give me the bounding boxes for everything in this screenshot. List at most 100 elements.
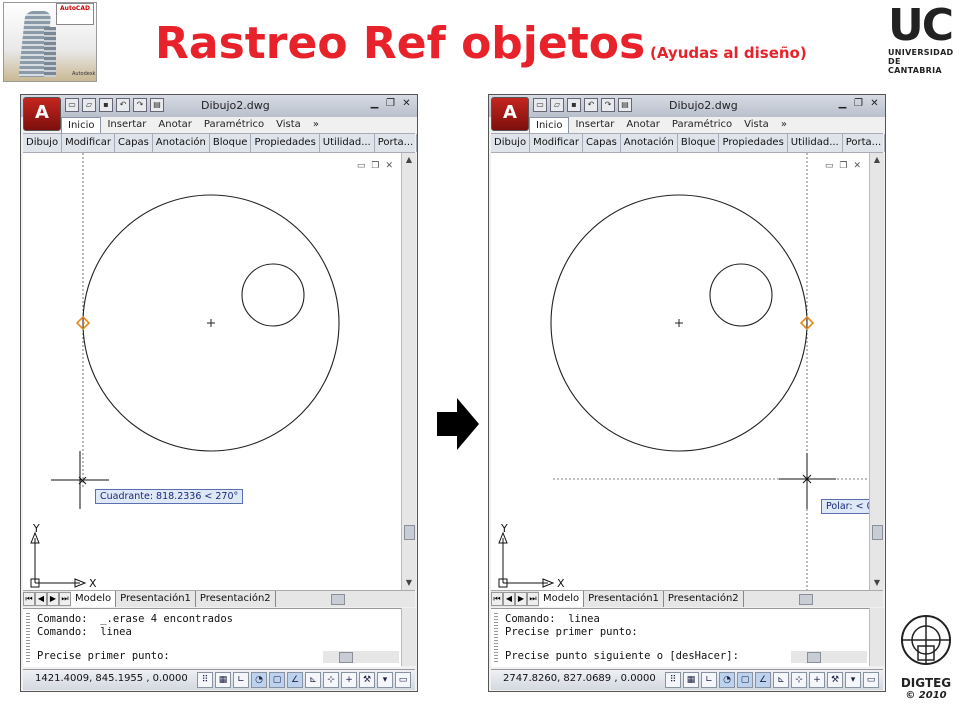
scroll-down-icon[interactable]: ▼	[404, 578, 414, 588]
tab-parametrico[interactable]: Paramétrico	[666, 117, 738, 133]
first-tab-icon[interactable]: ⏮	[491, 592, 503, 606]
more-tabs-icon[interactable]: »	[775, 117, 793, 133]
command-line-grip[interactable]	[26, 613, 30, 663]
new-file-icon[interactable]: ▭	[65, 98, 79, 112]
command-line[interactable]: Comando: _.erase 4 encontrados Comando: …	[23, 608, 401, 667]
quick-properties-icon[interactable]: ⚒	[359, 672, 375, 688]
tab-insertar[interactable]: Insertar	[101, 117, 152, 133]
minimize-icon[interactable]: ▁	[836, 98, 849, 111]
restore-icon[interactable]: ❐	[852, 98, 865, 111]
command-scrollbar[interactable]	[869, 608, 884, 666]
status-menu-icon[interactable]: ▾	[377, 672, 393, 688]
last-tab-icon[interactable]: ⏭	[59, 592, 71, 606]
dynamic-ucs-icon[interactable]: ⊾	[305, 672, 321, 688]
more-tabs-icon[interactable]: »	[307, 117, 325, 133]
open-file-icon[interactable]: ▱	[82, 98, 96, 112]
panel-capas[interactable]: Capas	[115, 134, 153, 152]
prev-tab-icon[interactable]: ◀	[503, 592, 515, 606]
tab-presentacion1[interactable]: Presentación1	[584, 591, 664, 607]
command-scrollbar[interactable]	[401, 608, 416, 666]
lineweight-icon[interactable]: +	[341, 672, 357, 688]
tab-inicio[interactable]: Inicio	[529, 117, 570, 134]
close-icon[interactable]: ✕	[868, 98, 881, 111]
next-tab-icon[interactable]: ▶	[47, 592, 59, 606]
undo-icon[interactable]: ↶	[116, 98, 130, 112]
panel-anotacion[interactable]: Anotación	[153, 134, 210, 152]
tab-parametrico[interactable]: Paramétrico	[198, 117, 270, 133]
open-file-icon[interactable]: ▱	[550, 98, 564, 112]
tab-insertar[interactable]: Insertar	[569, 117, 620, 133]
snap-mode-icon[interactable]: ⠿	[665, 672, 681, 688]
new-file-icon[interactable]: ▭	[533, 98, 547, 112]
panel-modificar[interactable]: Modificar	[530, 134, 583, 152]
ortho-mode-icon[interactable]: ∟	[233, 672, 249, 688]
panel-dibujo[interactable]: Dibujo	[23, 134, 63, 152]
horizontal-scroll-thumb[interactable]	[331, 594, 345, 605]
tab-anotar[interactable]: Anotar	[152, 117, 197, 133]
panel-bloque[interactable]: Bloque	[210, 134, 252, 152]
vertical-scrollbar[interactable]: ▲ ▼	[401, 153, 416, 590]
tab-modelo[interactable]: Modelo	[539, 591, 585, 607]
vertical-scrollbar[interactable]: ▲ ▼	[869, 153, 884, 590]
last-tab-icon[interactable]: ⏭	[527, 592, 539, 606]
tab-vista[interactable]: Vista	[738, 117, 775, 133]
command-hscroll[interactable]	[791, 651, 867, 663]
undo-icon[interactable]: ↶	[584, 98, 598, 112]
panel-portapapeles[interactable]: Porta...	[375, 134, 418, 152]
polar-tracking-icon[interactable]: ◔	[251, 672, 267, 688]
quick-properties-icon[interactable]: ⚒	[827, 672, 843, 688]
command-line-grip[interactable]	[494, 613, 498, 663]
tab-inicio[interactable]: Inicio	[61, 117, 102, 134]
object-snap-tracking-icon[interactable]: ∠	[287, 672, 303, 688]
panel-propiedades[interactable]: Propiedades	[719, 134, 788, 152]
scroll-up-icon[interactable]: ▲	[404, 155, 414, 165]
command-prompt[interactable]: Precise primer punto:	[37, 650, 170, 662]
plot-icon[interactable]: ▤	[150, 98, 164, 112]
panel-dibujo[interactable]: Dibujo	[491, 134, 531, 152]
application-menu-button[interactable]: A	[491, 97, 529, 131]
grid-display-icon[interactable]: ▦	[683, 672, 699, 688]
scroll-up-icon[interactable]: ▲	[872, 155, 882, 165]
scroll-thumb[interactable]	[872, 525, 883, 540]
polar-tracking-icon[interactable]: ◔	[719, 672, 735, 688]
clean-screen-icon[interactable]: ▭	[863, 672, 879, 688]
scroll-thumb[interactable]	[404, 525, 415, 540]
panel-portapapeles[interactable]: Porta...	[843, 134, 886, 152]
object-snap-tracking-icon[interactable]: ∠	[755, 672, 771, 688]
status-menu-icon[interactable]: ▾	[845, 672, 861, 688]
grid-display-icon[interactable]: ▦	[215, 672, 231, 688]
lineweight-icon[interactable]: +	[809, 672, 825, 688]
ortho-mode-icon[interactable]: ∟	[701, 672, 717, 688]
redo-icon[interactable]: ↷	[133, 98, 147, 112]
clean-screen-icon[interactable]: ▭	[395, 672, 411, 688]
first-tab-icon[interactable]: ⏮	[23, 592, 35, 606]
minimize-icon[interactable]: ▁	[368, 98, 381, 111]
tab-presentacion2[interactable]: Presentación2	[196, 591, 276, 607]
horizontal-scroll-thumb[interactable]	[799, 594, 813, 605]
tab-modelo[interactable]: Modelo	[71, 591, 117, 607]
dynamic-ucs-icon[interactable]: ⊾	[773, 672, 789, 688]
close-icon[interactable]: ✕	[400, 98, 413, 111]
scroll-down-icon[interactable]: ▼	[872, 578, 882, 588]
panel-bloque[interactable]: Bloque	[678, 134, 720, 152]
tab-presentacion1[interactable]: Presentación1	[116, 591, 196, 607]
prev-tab-icon[interactable]: ◀	[35, 592, 47, 606]
panel-utilidades[interactable]: Utilidad...	[788, 134, 843, 152]
next-tab-icon[interactable]: ▶	[515, 592, 527, 606]
dynamic-input-icon[interactable]: ⊹	[791, 672, 807, 688]
tab-vista[interactable]: Vista	[270, 117, 307, 133]
tab-presentacion2[interactable]: Presentación2	[664, 591, 744, 607]
panel-anotacion[interactable]: Anotación	[621, 134, 678, 152]
snap-mode-icon[interactable]: ⠿	[197, 672, 213, 688]
command-prompt[interactable]: Precise punto siguiente o [desHacer]:	[505, 650, 739, 662]
panel-capas[interactable]: Capas	[583, 134, 621, 152]
dynamic-input-icon[interactable]: ⊹	[323, 672, 339, 688]
save-icon[interactable]: ▪	[567, 98, 581, 112]
panel-utilidades[interactable]: Utilidad...	[320, 134, 375, 152]
save-icon[interactable]: ▪	[99, 98, 113, 112]
command-hscroll[interactable]	[323, 651, 399, 663]
object-snap-icon[interactable]: ▢	[269, 672, 285, 688]
restore-icon[interactable]: ❐	[384, 98, 397, 111]
drawing-canvas[interactable]: ▭ ❐ ✕ Cuadrante: 818.2336 < 270° Y X	[23, 153, 401, 590]
drawing-canvas[interactable]: ▭ ❐ ✕ Polar: < 0°, C Y X	[491, 153, 869, 590]
